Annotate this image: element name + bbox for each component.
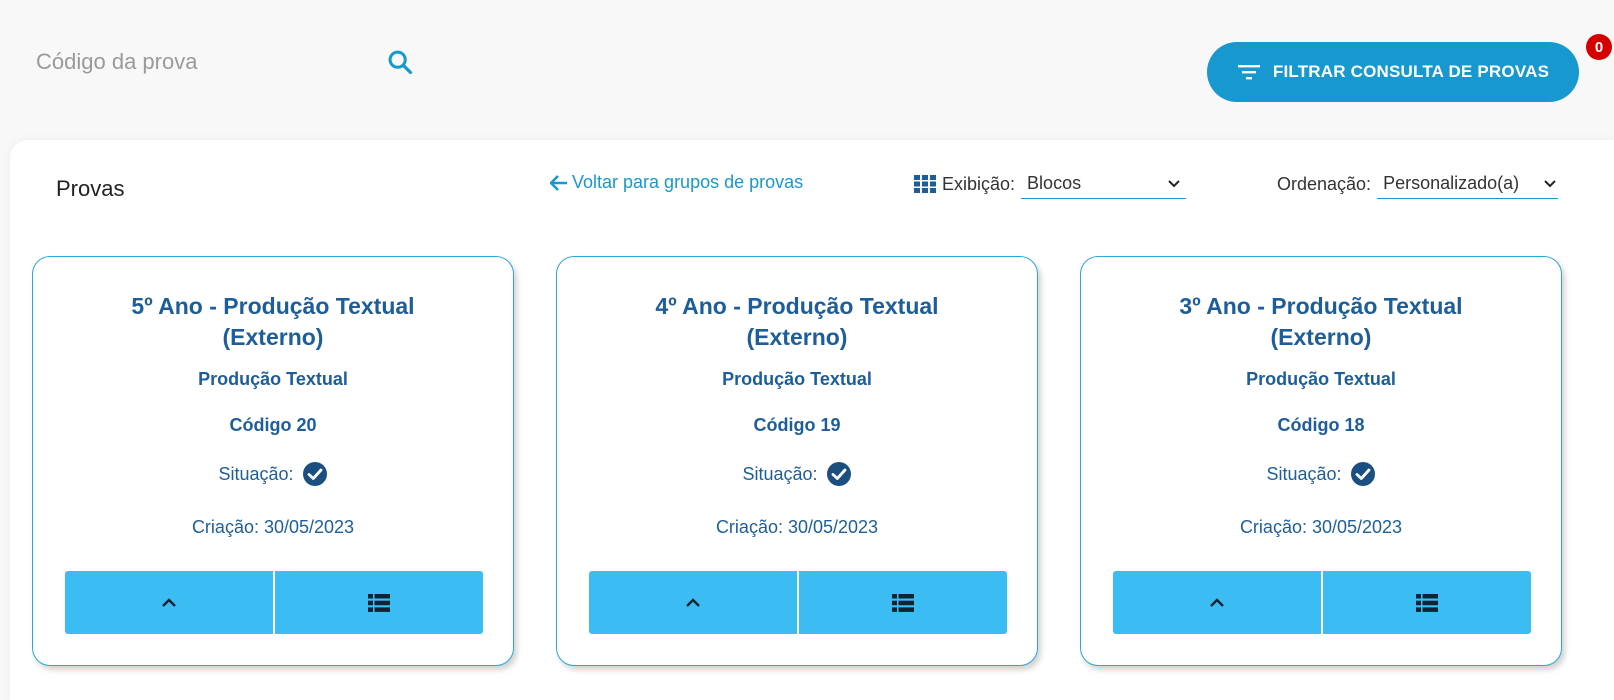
order-select-value: Personalizado(a) (1383, 173, 1520, 193)
exam-title: 4º Ano - Produção Textual (Externo) (577, 291, 1017, 353)
status-label: Situação: (1266, 463, 1342, 484)
exam-title-line: (Externo) (746, 324, 848, 350)
exam-subject: Produção Textual (722, 369, 872, 389)
list-icon (368, 593, 390, 612)
display-label: Exibição: (942, 173, 1016, 194)
check-circle-icon (302, 462, 327, 486)
arrow-left-icon (550, 174, 567, 191)
exam-created-date: Criação: 30/05/2023 (191, 517, 355, 537)
list-icon (892, 593, 914, 612)
order-control: Ordenação: Personalizado(a) (1277, 168, 1559, 200)
filter-button[interactable]: FILTRAR CONSULTA DE PROVAS (1207, 42, 1579, 102)
exam-title-line: 5º Ano - Produção Textual (131, 293, 415, 319)
search-box (36, 40, 416, 84)
chevron-down-icon (1544, 179, 1556, 187)
list-button[interactable] (1323, 571, 1531, 634)
back-link-label: Voltar para grupos de provas (572, 172, 804, 192)
exam-card: 4º Ano - Produção Textual (Externo) Prod… (556, 256, 1038, 666)
exam-status: Situação: (1081, 461, 1561, 487)
exams-panel: Provas Voltar para grupos de provas Exib… (10, 140, 1614, 700)
order-label: Ordenação: (1277, 173, 1372, 194)
list-icon (1416, 593, 1438, 612)
card-actions (1113, 571, 1531, 634)
back-to-groups-link[interactable]: Voltar para grupos de provas (550, 172, 803, 193)
status-label: Situação: (742, 463, 818, 484)
chevron-up-icon (1210, 598, 1224, 607)
chevron-down-icon (1168, 179, 1180, 187)
display-control: Exibição: Blocos (914, 168, 1187, 200)
top-bar: FILTRAR CONSULTA DE PROVAS 0 (0, 0, 1614, 130)
exam-subject: Produção Textual (1246, 369, 1396, 389)
search-icon[interactable] (386, 48, 414, 76)
check-circle-icon (1350, 462, 1375, 486)
exam-status: Situação: (33, 461, 513, 487)
exam-code: Código 20 (229, 415, 317, 435)
order-select[interactable]: Personalizado(a) (1377, 169, 1559, 199)
search-input[interactable] (36, 49, 366, 75)
filter-count-badge: 0 (1586, 34, 1612, 60)
chevron-up-icon (162, 598, 176, 607)
expand-button[interactable] (65, 571, 273, 634)
status-label: Situação: (218, 463, 294, 484)
filter-button-label: FILTRAR CONSULTA DE PROVAS (1272, 62, 1550, 81)
exam-title-line: 4º Ano - Produção Textual (655, 293, 939, 319)
exam-created-date: Criação: 30/05/2023 (715, 517, 879, 537)
display-select[interactable]: Blocos (1021, 169, 1187, 199)
exam-subject: Produção Textual (198, 369, 348, 389)
expand-button[interactable] (1113, 571, 1321, 634)
exam-title-line: (Externo) (1270, 324, 1372, 350)
list-button[interactable] (799, 571, 1007, 634)
expand-button[interactable] (589, 571, 797, 634)
exam-card: 5º Ano - Produção Textual (Externo) Prod… (32, 256, 514, 666)
exam-code: Código 19 (753, 415, 841, 435)
page-title: Provas (56, 176, 125, 201)
grid-icon (914, 175, 936, 193)
card-actions (65, 571, 483, 634)
filter-icon (1237, 65, 1260, 80)
list-button[interactable] (275, 571, 483, 634)
exam-card: 3º Ano - Produção Textual (Externo) Prod… (1080, 256, 1562, 666)
display-select-value: Blocos (1027, 173, 1082, 193)
exam-title: 5º Ano - Produção Textual (Externo) (53, 291, 493, 353)
exam-created-date: Criação: 30/05/2023 (1239, 517, 1403, 537)
chevron-up-icon (686, 598, 700, 607)
exam-code: Código 18 (1277, 415, 1365, 435)
exam-title: 3º Ano - Produção Textual (Externo) (1101, 291, 1541, 353)
check-circle-icon (826, 462, 851, 486)
card-actions (589, 571, 1007, 634)
exam-title-line: 3º Ano - Produção Textual (1179, 293, 1463, 319)
exam-title-line: (Externo) (222, 324, 324, 350)
exam-status: Situação: (557, 461, 1037, 487)
